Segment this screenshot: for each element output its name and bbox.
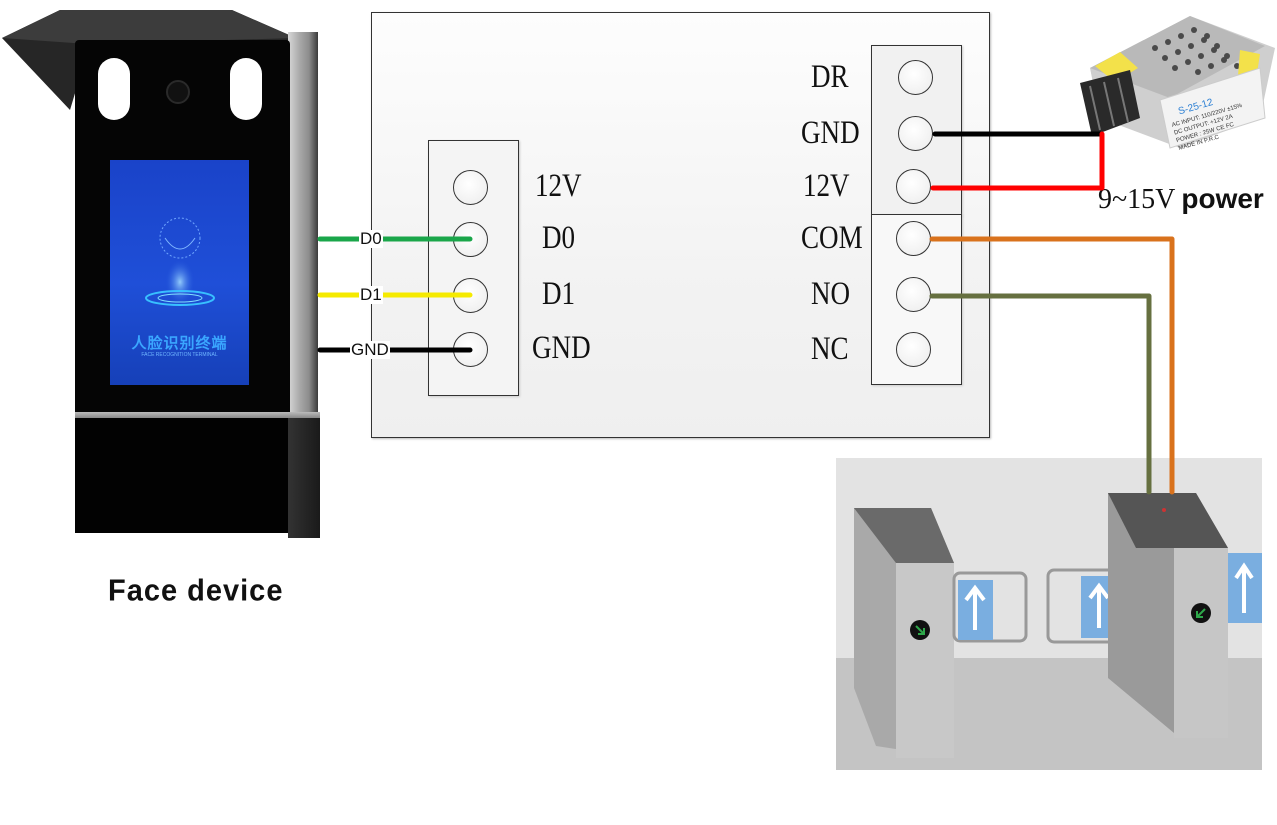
screen-subtitle: FACE RECOGNITION TERMINAL (141, 352, 218, 358)
screen-title: 人脸识别终端 (131, 335, 228, 352)
wire-tag-d0: D0 (359, 229, 383, 248)
terminal-screw-gnd-left (453, 332, 488, 367)
wire-tag-d1: D1 (359, 285, 383, 304)
pin-label-12v-right: 12V (803, 168, 850, 204)
pin-label-gnd-left: GND (532, 330, 591, 366)
terminal-screw-d1 (453, 278, 488, 313)
terminal-screw-d0 (453, 222, 488, 257)
terminal-screw-dr (898, 60, 933, 95)
camera-icon (166, 80, 190, 104)
power-label: 9~15V power (1098, 183, 1264, 216)
power-supply: S-25-12 AC INPUT: 110/220V ±15% DC OUTPU… (1080, 16, 1275, 152)
pin-label-com: COM (801, 220, 863, 256)
wire-tag-gnd: GND (350, 340, 390, 359)
turnstile-photo (836, 458, 1262, 770)
terminal-screw-12v-right (896, 169, 931, 204)
fill-light-left (98, 58, 130, 120)
power-range: 9~15V (1098, 184, 1176, 215)
pin-label-d0: D0 (542, 220, 576, 256)
terminal-screw-nc (896, 332, 931, 367)
fill-light-right (230, 58, 262, 120)
face-device-label: Face device (108, 574, 284, 608)
face-scan-icon (145, 217, 215, 306)
terminal-screw-12v-left (453, 170, 488, 205)
face-device-base-side (288, 418, 320, 538)
pin-label-nc: NC (811, 331, 849, 367)
face-device-base (75, 418, 290, 533)
pin-label-12v-left: 12V (535, 168, 582, 204)
terminal-screw-com (896, 221, 931, 256)
terminal-screw-gnd-right (898, 116, 933, 151)
power-word: power (1181, 183, 1264, 214)
pin-label-no: NO (811, 276, 851, 312)
face-device-side (288, 32, 318, 427)
pin-label-gnd-right: GND (801, 115, 860, 151)
terminal-screw-no (896, 277, 931, 312)
pin-label-dr: DR (811, 59, 849, 95)
pin-label-d1: D1 (542, 276, 576, 312)
